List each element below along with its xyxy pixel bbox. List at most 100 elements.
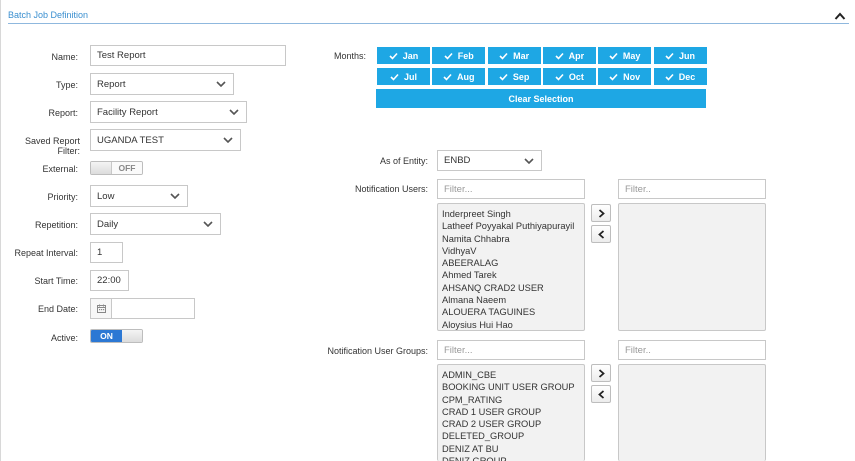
list-item[interactable]: BOOKING UNIT USER GROUP: [438, 381, 584, 393]
clear-selection-button[interactable]: Clear Selection: [376, 89, 706, 108]
chevron-left-icon: [597, 389, 604, 399]
users-move-left-button[interactable]: [591, 225, 611, 243]
groups-available-list[interactable]: ADMIN_CBE BOOKING UNIT USER GROUP CPM_RATI…: [437, 364, 585, 461]
month-jul-button[interactable]: Jul: [377, 68, 430, 85]
month-dec-button[interactable]: Dec: [653, 68, 707, 85]
repetition-label: Repetition:: [34, 220, 78, 230]
report-select[interactable]: Facility Report: [90, 101, 247, 123]
external-label: External:: [42, 164, 78, 174]
check-icon: [665, 73, 674, 81]
month-label: Jul: [403, 71, 417, 82]
end-date-input[interactable]: [111, 298, 195, 319]
external-toggle[interactable]: OFF: [90, 161, 143, 175]
month-label: May: [622, 50, 641, 61]
month-apr-button[interactable]: Apr: [542, 47, 596, 64]
list-item[interactable]: Ahmed Tarek: [438, 269, 584, 281]
list-item[interactable]: Inderpreet Singh: [438, 208, 584, 220]
list-item[interactable]: CRAD 2 USER GROUP: [438, 418, 584, 430]
type-select-value: Report: [97, 78, 126, 90]
users-available-list[interactable]: Inderpreet Singh Latheef Poyyakal Puthiya…: [437, 203, 585, 331]
check-icon: [390, 73, 399, 81]
groups-move-left-button[interactable]: [591, 385, 611, 403]
list-item[interactable]: CRAD 1 USER GROUP: [438, 406, 584, 418]
end-date-label: End Date:: [37, 304, 78, 314]
repeat-interval-input[interactable]: 1: [90, 242, 123, 263]
list-item[interactable]: DENIZ GROUP: [438, 455, 584, 461]
list-item[interactable]: DELETED_GROUP: [438, 430, 584, 442]
list-item[interactable]: VidhyaV: [438, 245, 584, 257]
month-oct-button[interactable]: Oct: [542, 68, 596, 85]
check-icon: [609, 52, 618, 60]
month-aug-button[interactable]: Aug: [432, 68, 486, 85]
month-label: Feb: [457, 50, 474, 61]
list-item[interactable]: Aloysius Hui Hao: [438, 319, 584, 330]
entity-select-value: ENBD: [444, 155, 471, 166]
month-sep-button[interactable]: Sep: [487, 68, 541, 85]
month-feb-button[interactable]: Feb: [432, 47, 486, 64]
month-jun-button[interactable]: Jun: [653, 47, 707, 64]
check-icon: [389, 52, 398, 60]
check-icon: [444, 52, 453, 60]
check-icon: [499, 52, 508, 60]
priority-label: Priority:: [47, 192, 78, 202]
list-item[interactable]: Almana Naeem: [438, 294, 584, 306]
saved-filter-select[interactable]: UGANDA TEST: [90, 129, 241, 151]
panel-divider: [8, 23, 849, 24]
active-toggle-state: ON: [91, 330, 122, 342]
month-label: Jan: [402, 50, 419, 61]
start-time-input[interactable]: 22:00: [90, 270, 129, 291]
list-item[interactable]: AHSANQ CRAD2 USER: [438, 282, 584, 294]
chevron-right-icon: [598, 368, 605, 378]
groups-filter-available[interactable]: Filter...: [437, 340, 585, 360]
users-filter-available[interactable]: Filter...: [437, 179, 585, 199]
groups-filter-selected[interactable]: Filter..: [618, 340, 766, 360]
check-icon: [499, 73, 508, 81]
month-mar-button[interactable]: Mar: [487, 47, 541, 64]
external-toggle-state: OFF: [111, 162, 142, 174]
chevron-left-icon: [597, 229, 604, 239]
month-label: Mar: [513, 50, 530, 61]
users-selected-list[interactable]: [618, 203, 766, 331]
chevron-down-icon: [203, 221, 213, 227]
list-item[interactable]: CPM_RATING: [438, 394, 584, 406]
toggle-knob: [91, 162, 111, 174]
calendar-button[interactable]: [90, 298, 111, 319]
check-icon: [555, 73, 564, 81]
month-label: Dec: [678, 71, 696, 82]
entity-select[interactable]: ENBD: [437, 150, 542, 171]
chevron-down-icon: [216, 81, 226, 87]
priority-select[interactable]: Low: [90, 185, 188, 207]
list-item[interactable]: ABEERALAG: [438, 257, 584, 269]
active-toggle[interactable]: ON: [90, 329, 143, 343]
name-input[interactable]: Test Report: [90, 45, 286, 66]
groups-selected-list[interactable]: [618, 364, 766, 461]
chevron-down-icon: [524, 157, 534, 164]
month-jan-button[interactable]: Jan: [377, 47, 430, 64]
list-item[interactable]: ALOUERA TAGUINES: [438, 306, 584, 318]
groups-move-right-button[interactable]: [591, 364, 611, 382]
type-label: Type:: [55, 80, 78, 90]
list-item[interactable]: DENIZ AT BU: [438, 443, 584, 455]
month-nov-button[interactable]: Nov: [598, 68, 652, 85]
list-item[interactable]: Namita Chhabra: [438, 233, 584, 245]
chevron-down-icon: [223, 137, 233, 143]
notification-users-label: Notification Users:: [354, 184, 428, 194]
priority-select-value: Low: [97, 190, 115, 202]
month-label: Nov: [623, 71, 641, 82]
repetition-select[interactable]: Daily: [90, 213, 221, 235]
list-item[interactable]: ADMIN_CBE: [438, 369, 584, 381]
type-select[interactable]: Report: [90, 73, 234, 95]
chevron-down-icon: [229, 109, 239, 115]
month-label: Apr: [568, 50, 585, 61]
month-may-button[interactable]: May: [598, 47, 652, 64]
panel-title: Batch Job Definition: [8, 10, 89, 20]
chevron-up-icon[interactable]: [834, 11, 846, 21]
start-time-label: Start Time:: [34, 276, 78, 286]
users-filter-selected[interactable]: Filter..: [618, 179, 766, 199]
report-label: Report:: [48, 108, 78, 118]
month-label: Aug: [457, 71, 475, 82]
users-move-right-button[interactable]: [591, 204, 611, 222]
saved-filter-label: Saved Report Filter:: [24, 136, 80, 156]
calendar-icon: [96, 304, 106, 313]
list-item[interactable]: Latheef Poyyakal Puthiyapurayil: [438, 220, 584, 232]
